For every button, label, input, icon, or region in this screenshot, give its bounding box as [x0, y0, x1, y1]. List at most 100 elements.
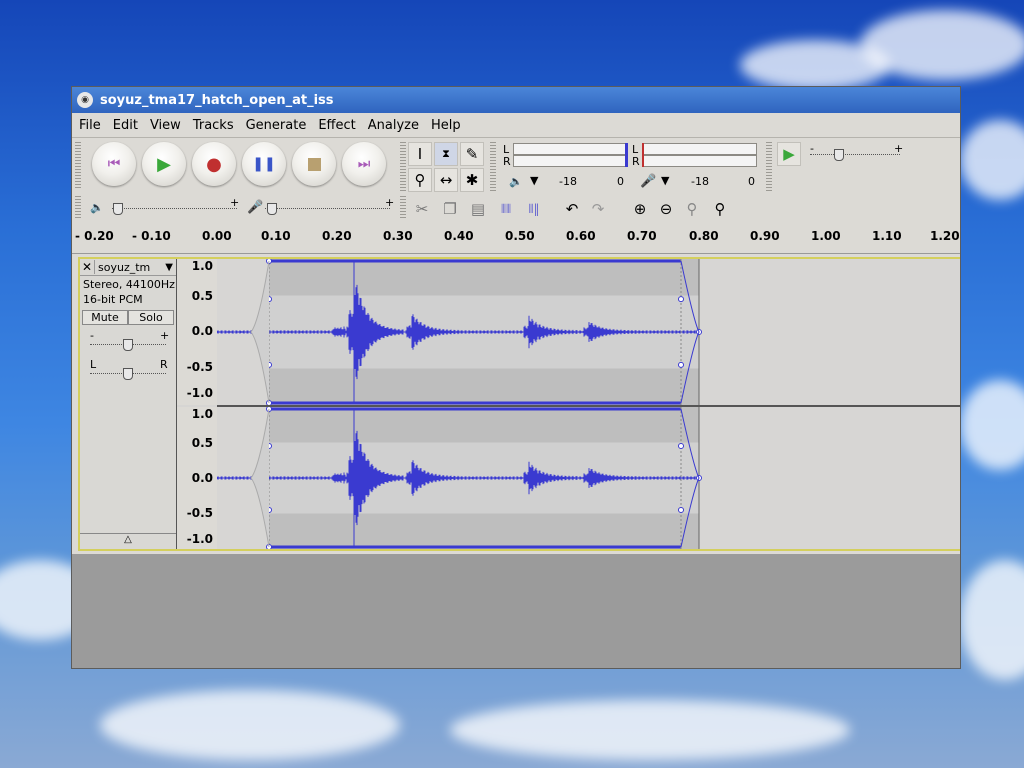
output-volume-slider[interactable]	[112, 208, 237, 209]
slider-thumb[interactable]	[834, 149, 844, 161]
amplitude-label: 1.0	[191, 259, 213, 273]
toolbar-grip[interactable]	[766, 142, 772, 192]
audio-track[interactable]: ✕ soyuz_tm ▼ Stereo, 44100Hz 16-bit PCM …	[78, 257, 961, 551]
meter-marker	[642, 143, 644, 167]
toolbar-grip[interactable]	[75, 196, 81, 220]
pan-right-label: R	[160, 358, 168, 371]
app-icon[interactable]: ◉	[77, 92, 93, 108]
playback-meter-left[interactable]	[513, 143, 628, 155]
zoom-in-button[interactable]: ⊕	[628, 197, 652, 221]
ruler-tick-label: 0.70	[627, 229, 657, 243]
chevron-down-icon[interactable]: ▼	[661, 174, 669, 187]
amplitude-label: 0.0	[191, 471, 213, 485]
track-format: Stereo, 44100Hz	[83, 278, 175, 291]
collapse-track-button[interactable]: △	[80, 533, 176, 550]
draw-tool-button[interactable]: ✎	[460, 142, 484, 166]
menu-effect[interactable]: Effect	[318, 118, 355, 133]
menu-file[interactable]: File	[79, 118, 101, 133]
gain-plus: +	[160, 329, 170, 342]
slider-thumb[interactable]	[123, 339, 133, 351]
ruler-tick-label: - 0.20	[75, 229, 114, 243]
zoom-icon: ⚲	[414, 171, 426, 189]
redo-button[interactable]: ↷	[586, 197, 610, 221]
timeshift-icon: ↔	[439, 171, 453, 189]
record-button[interactable]: ●	[192, 142, 236, 186]
silence-icon: ⫴‖	[528, 201, 540, 216]
envelope-point	[678, 296, 684, 303]
play-button[interactable]: ▶	[142, 142, 186, 186]
play-meter-tick: -18	[559, 175, 577, 188]
menu-analyze[interactable]: Analyze	[368, 118, 419, 133]
timeshift-tool-button[interactable]: ↔	[434, 168, 458, 192]
empty-track-area[interactable]	[72, 554, 960, 668]
slider-thumb[interactable]	[267, 203, 277, 215]
close-icon[interactable]: ✕	[80, 260, 95, 274]
tracks-area: ✕ soyuz_tm ▼ Stereo, 44100Hz 16-bit PCM …	[72, 254, 961, 554]
menu-tracks[interactable]: Tracks	[193, 118, 234, 133]
input-volume-slider[interactable]	[265, 208, 390, 209]
record-meter-left[interactable]	[642, 143, 757, 155]
pause-button[interactable]: ❚❚	[242, 142, 286, 186]
chevron-down-icon[interactable]: ▼	[530, 174, 538, 187]
toolbar-grip[interactable]	[400, 196, 406, 220]
slider-thumb[interactable]	[123, 368, 133, 380]
microphone-icon[interactable]: 🎤	[640, 174, 656, 189]
vertical-ruler-right[interactable]: 1.0 0.5 0.0 -0.5 -1.0	[177, 407, 218, 549]
ruler-tick-label: 0.80	[689, 229, 719, 243]
skip-start-icon: ⏮	[107, 156, 121, 172]
waveform-right-channel[interactable]	[217, 407, 961, 549]
fit-project-button[interactable]: ⚲	[708, 197, 732, 221]
record-meter-right[interactable]	[642, 155, 757, 167]
cloud	[960, 560, 1024, 680]
multi-tool-button[interactable]: ✱	[460, 168, 484, 192]
vertical-ruler-left[interactable]: 1.0 0.5 0.0 -0.5 -1.0	[177, 259, 218, 405]
fit-selection-button[interactable]: ⚲	[680, 197, 704, 221]
zoom-out-button[interactable]: ⊖	[654, 197, 678, 221]
ruler-tick-label: 0.10	[261, 229, 291, 243]
gain-minus: -	[90, 329, 94, 342]
zoom-tool-button[interactable]: ⚲	[408, 168, 432, 192]
toolbar-grip[interactable]	[75, 142, 81, 188]
chevron-down-icon[interactable]: ▼	[165, 262, 176, 273]
trim-button[interactable]: ⫴⫴	[494, 197, 518, 221]
menu-help[interactable]: Help	[431, 118, 461, 133]
solo-button[interactable]: Solo	[128, 310, 174, 325]
envelope-point	[678, 361, 684, 368]
slider-thumb[interactable]	[113, 203, 123, 215]
cut-button[interactable]: ✂	[410, 197, 434, 221]
menu-edit[interactable]: Edit	[113, 118, 138, 133]
waveform-left-channel[interactable]	[217, 259, 961, 405]
stop-button[interactable]	[292, 142, 336, 186]
toolbar-grip[interactable]	[400, 142, 406, 192]
speaker-icon[interactable]: 🔈	[509, 175, 523, 188]
paste-button[interactable]: ▤	[466, 197, 490, 221]
track-name[interactable]: soyuz_tm	[95, 261, 165, 274]
multi-tool-icon: ✱	[465, 171, 479, 189]
menu-view[interactable]: View	[150, 118, 181, 133]
pause-icon: ❚❚	[252, 156, 276, 172]
envelope-point	[678, 506, 684, 513]
pencil-icon: ✎	[465, 145, 479, 163]
skip-start-button[interactable]: ⏮	[92, 142, 136, 186]
undo-button[interactable]: ↶	[560, 197, 584, 221]
ruler-tick-label: - 0.10	[132, 229, 171, 243]
menu-generate[interactable]: Generate	[246, 118, 307, 133]
copy-button[interactable]: ❐	[438, 197, 462, 221]
redo-icon: ↷	[591, 200, 605, 218]
record-icon: ●	[206, 153, 222, 175]
mute-button[interactable]: Mute	[82, 310, 128, 325]
envelope-tool-button[interactable]: ⧗	[434, 142, 458, 166]
play-at-speed-button[interactable]: ▶	[777, 142, 801, 166]
silence-button[interactable]: ⫴‖	[522, 197, 546, 221]
skip-end-button[interactable]: ⏭	[342, 142, 386, 186]
skip-end-icon: ⏭	[357, 156, 371, 172]
playback-speed-slider[interactable]	[810, 154, 900, 155]
rec-meter-tick: -18	[691, 175, 709, 188]
ruler-tick-label: 0.20	[322, 229, 352, 243]
menu-bar: File Edit View Tracks Generate Effect An…	[72, 113, 960, 138]
toolbar-grip[interactable]	[490, 142, 496, 192]
copy-icon: ❐	[443, 200, 457, 218]
timeline-ruler[interactable]: - 0.20 - 0.10 0.00 0.10 0.20 0.30 0.40 0…	[72, 227, 960, 254]
selection-tool-button[interactable]: I	[408, 142, 432, 166]
playback-meter-right[interactable]	[513, 155, 628, 167]
